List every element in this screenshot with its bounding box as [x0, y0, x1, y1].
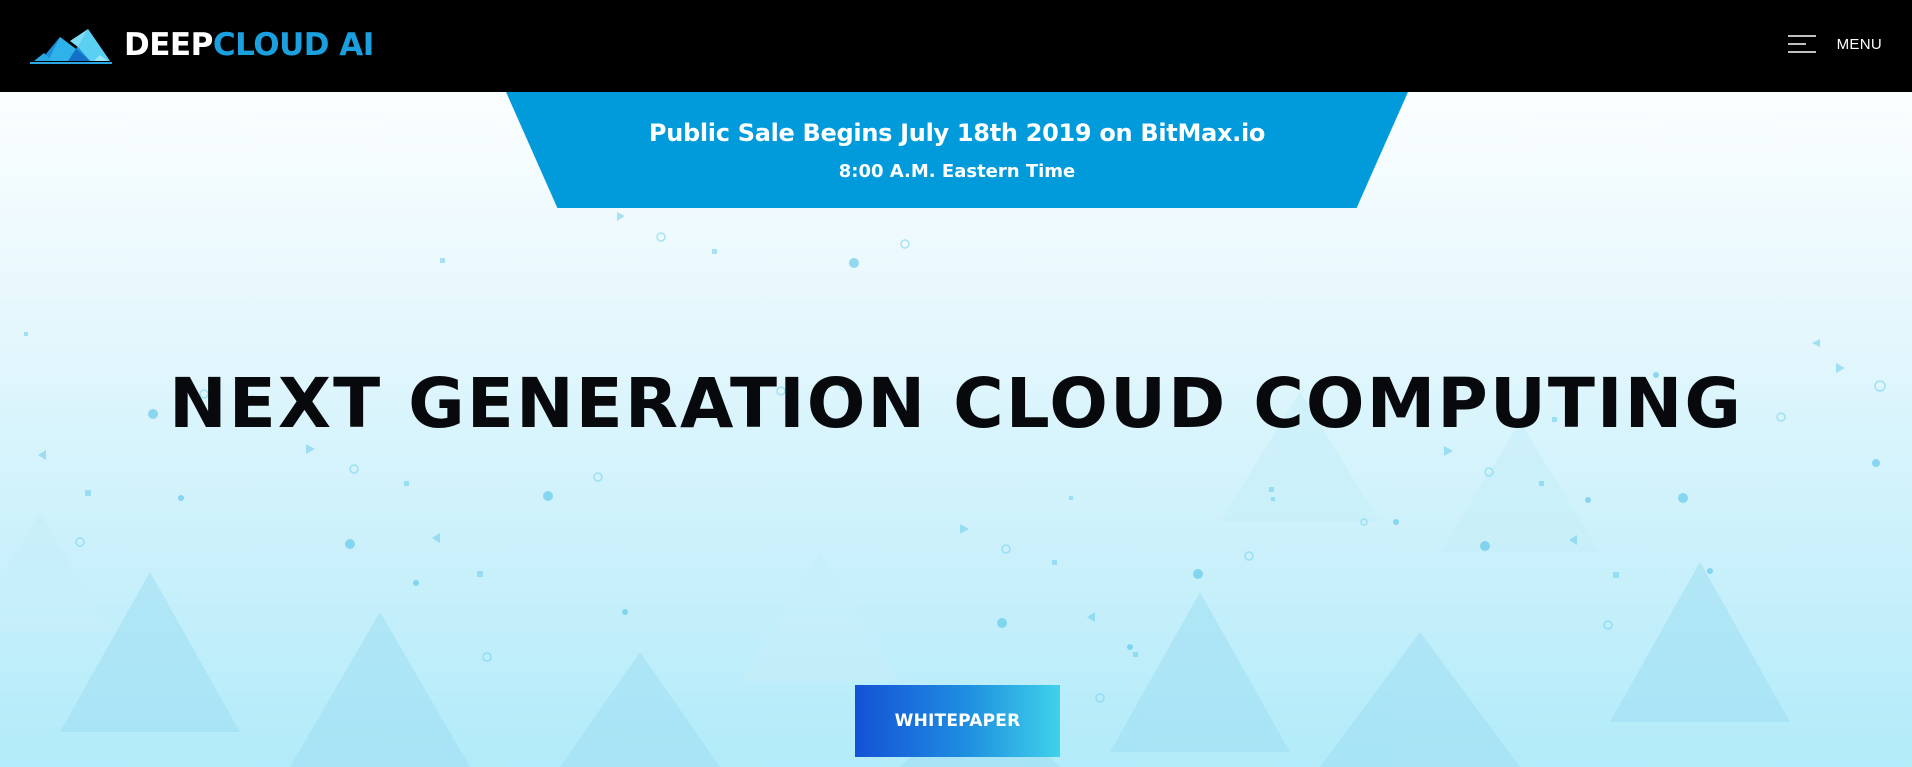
menu-label: MENU — [1836, 35, 1882, 53]
whitepaper-button[interactable]: WHITEPAPER — [855, 685, 1060, 757]
sale-time: 8:00 A.M. Eastern Time — [838, 161, 1076, 182]
public-sale-banner: Public Sale Begins July 18th 2019 on Bit… — [506, 92, 1408, 208]
logo-word-cloud: CLOUD — [212, 26, 330, 63]
top-navigation-bar: DEEPCLOUD AI MENU — [0, 0, 1912, 92]
menu-toggle[interactable]: MENU — [1787, 33, 1882, 55]
sale-announcement: Public Sale Begins July 18th 2019 on Bit… — [648, 119, 1266, 147]
logo-link[interactable]: DEEPCLOUD AI — [30, 22, 374, 68]
cloud-pyramid-icon — [30, 29, 112, 64]
logo-word-ai: AI — [328, 26, 374, 63]
logo-word-deep: DEEP — [124, 26, 213, 63]
hero-headline: NEXT GENERATION CLOUD COMPUTING — [169, 364, 1743, 444]
logo-wordmark: DEEPCLOUD AI — [124, 26, 374, 63]
hamburger-icon — [1787, 35, 1816, 53]
